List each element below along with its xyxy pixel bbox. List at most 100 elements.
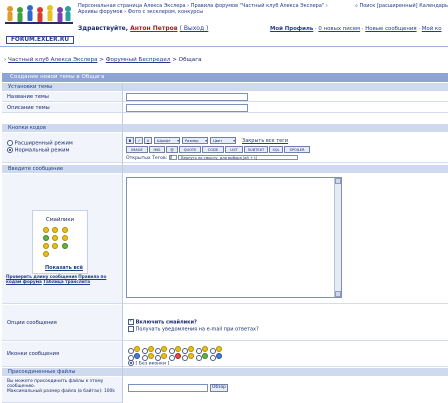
italic-button[interactable]: I [135,137,143,144]
breadcrumb-item[interactable]: Форумный Беспредел [106,57,171,63]
color-select[interactable]: Цвет ▾ [210,137,236,144]
spoiler-button[interactable]: SPOILER [284,146,310,153]
smiley-icon[interactable] [43,227,49,233]
no-icon-radio[interactable] [128,360,134,366]
browse-button[interactable]: Обзор [210,384,228,392]
message-textarea[interactable] [126,177,342,298]
scroll-up-icon[interactable] [335,178,341,184]
no-icon-option[interactable]: [ Без иконки ] [128,360,169,367]
email-notify-option[interactable]: Получать уведомления на e-mail при ответ… [128,326,259,333]
icons-label: Иконки сообщения [2,342,122,367]
icon-smile-icon [201,346,208,352]
my-controls-link[interactable]: Мой ко [422,26,442,32]
image-button[interactable]: IMAGE [126,146,148,153]
bold-button[interactable]: B [126,137,134,144]
icon-radio[interactable] [168,354,175,361]
mode-normal[interactable]: Нормальный режим [7,146,122,153]
icon-smile-icon [147,346,154,352]
icons-cell: [ Без иконки ] [122,342,448,367]
forum-logo[interactable]: FORUM.EXLER.RU [4,3,74,44]
sql-button[interactable]: SQL [269,146,283,153]
translit-link[interactable]: Таблица транслита [43,279,90,284]
topic-name-input[interactable] [126,93,248,101]
attach-info: Вы можете присоединить файлы к этому соо… [2,377,122,403]
smiley-icon[interactable] [61,243,68,249]
chevron-down-icon: ▾ [233,139,235,143]
section-topic-settings: Установки темы [2,83,448,91]
top-links-right[interactable]: ⌕ Поиск [расширенный] Календарь [340,3,448,21]
icon-smile-icon [174,346,181,352]
close-all-tags-link[interactable]: Закрыть все теги [242,138,288,144]
new-messages-link[interactable]: 0 новых писем [318,26,360,32]
form-title: Создание новой темы в Общага [2,73,448,82]
hint-field: Вернуть по смыслу, для выбора [alt + t] [178,155,299,160]
section-code-buttons: Кнопки кодов [2,124,448,132]
icon-smile-icon [215,346,222,352]
top-links[interactable]: Персональная страница Алекса Экслера › П… [78,3,328,21]
smiley-icon[interactable] [61,227,68,233]
icon-smile-icon [161,353,168,359]
smiley-icon[interactable] [43,243,49,249]
subtext-button[interactable]: SUBTEXT [244,146,268,153]
topic-desc-input[interactable] [126,104,248,112]
attach-cell: Обзор [122,377,448,403]
logout-link[interactable]: ( Выход ) [180,25,209,32]
smiley-icon[interactable] [52,235,59,241]
topic-name-cell [122,92,448,102]
smilies-panel: Смайлики Показать всё [32,210,88,274]
new-posts-link[interactable]: Новые сообщения [365,26,416,32]
smiley-icon[interactable] [61,235,68,241]
icon-smile-icon [134,353,140,359]
list-button[interactable]: LIST [225,146,243,153]
radio-normal[interactable] [7,146,13,153]
username-link[interactable]: Антон Петров [130,25,177,32]
smilies-grid [43,227,68,259]
breadcrumb-current: Общага [178,57,202,63]
email-button[interactable]: @ [166,146,178,153]
smiley-icon[interactable] [43,235,49,241]
font-select[interactable]: Шрифт ▾ [154,137,180,144]
options-cell: Включить смайлики? Получать уведомления … [122,305,448,341]
icon-smile-icon [188,346,195,352]
smiley-icon[interactable] [43,251,49,257]
welcome-line: Здравствуйте, Антон Петров ( Выход ) [78,25,209,32]
icon-radio[interactable] [209,354,216,361]
divider [0,46,448,47]
quote-button[interactable]: QUOTE [179,146,201,153]
search-icon: ⌕ [355,3,358,9]
my-profile-link[interactable]: Мой Профиль [270,26,313,32]
scrollbar[interactable] [334,178,341,297]
topic-name-label: Название темы [2,92,122,102]
enable-smilies-checkbox[interactable] [128,318,134,325]
size-select[interactable]: Размер ▾ [182,137,208,144]
section-attachments: Присоединенные файлы [2,368,448,376]
icon-smile-icon [215,353,222,359]
code-button[interactable]: CODE [202,146,224,153]
breadcrumb-item[interactable]: Частный клуб Алекса Экслера [8,57,97,63]
breadcrumb: › Частный клуб Алекса Экслера > Форумный… [4,57,202,63]
email-notify-checkbox[interactable] [128,326,134,332]
chevron-down-icon: ▾ [177,139,179,143]
file-path-input[interactable] [128,384,208,392]
open-tags-row: Открытых Тегов: 0 Вернуть по смыслу, для… [126,155,299,161]
message-links: Проверить длину сообщения Правила по код… [6,274,120,284]
topic-desc-cell [122,103,448,113]
column-divider [122,83,123,403]
smiley-icon[interactable] [52,227,59,233]
code-buttons-cell: B I U Шрифт ▾ Размер ▾ Цвет ▾ Закрыть все т… [122,133,448,163]
show-all-smilies-link[interactable]: Показать всё [45,265,83,271]
open-tags-count: 0 [168,155,177,160]
breadcrumb-arrow-icon: › [4,57,7,63]
icon-smile-icon [147,353,154,359]
smilies-title: Смайлики [45,217,75,223]
icon-smile-icon [161,346,168,352]
radio-extended[interactable] [7,140,13,146]
img-button[interactable]: IMG [149,146,165,153]
enable-smilies-option[interactable]: Включить смайлики? [128,318,197,326]
underline-button[interactable]: U [144,137,152,144]
smiley-icon[interactable] [52,243,59,249]
scroll-down-icon[interactable] [335,291,341,297]
mode-cell: Расширенный режим Нормальный режим [2,133,122,163]
user-links: Мой Профиль · 0 новых писем · Новые сооб… [270,26,442,32]
chevron-down-icon: ▾ [205,139,207,143]
